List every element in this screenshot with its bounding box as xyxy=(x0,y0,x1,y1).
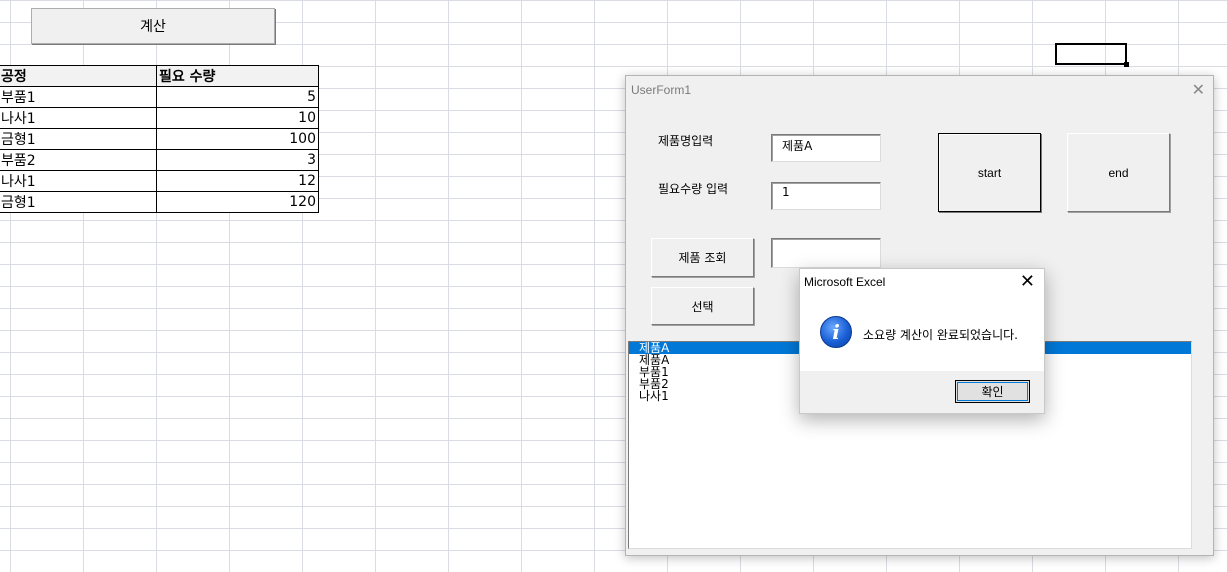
cell-qty[interactable]: 100 xyxy=(156,128,319,150)
quantity-label: 필요수량 입력 xyxy=(658,182,729,196)
table-row: 나사1 12 xyxy=(0,170,319,192)
lookup-result-input[interactable] xyxy=(771,238,881,268)
cell-qty[interactable]: 120 xyxy=(156,191,319,213)
message-box-title: Microsoft Excel xyxy=(804,275,886,289)
cell-name[interactable]: 금형1 xyxy=(0,191,157,213)
close-icon[interactable]: ✕ xyxy=(1020,271,1035,292)
cell-name[interactable]: 금형1 xyxy=(0,128,157,150)
header-process[interactable]: 공정 xyxy=(0,65,157,87)
userform-titlebar[interactable]: UserForm1 ✕ xyxy=(626,76,1213,104)
close-icon[interactable]: ✕ xyxy=(1192,80,1205,100)
product-name-label: 제품명입력 xyxy=(658,134,714,148)
active-cell-cursor[interactable] xyxy=(1055,43,1129,67)
ok-button[interactable]: 확인 xyxy=(955,380,1030,403)
select-button[interactable]: 선택 xyxy=(651,287,754,325)
cell-qty[interactable]: 5 xyxy=(156,86,319,108)
quantity-input[interactable]: 1 xyxy=(771,182,881,210)
table-header-row: 공정 필요 수량 xyxy=(0,65,319,87)
table-row: 금형1 120 xyxy=(0,191,319,213)
product-name-input[interactable]: 제품A xyxy=(771,134,881,162)
message-box: Microsoft Excel ✕ i 소요량 계산이 완료되었습니다. 확인 xyxy=(799,268,1045,414)
info-icon: i xyxy=(820,316,852,348)
cell-name[interactable]: 나사1 xyxy=(0,170,157,192)
start-button[interactable]: start xyxy=(938,133,1041,212)
cell-name[interactable]: 나사1 xyxy=(0,107,157,129)
cell-name[interactable]: 부품2 xyxy=(0,149,157,171)
process-table: 공정 필요 수량 부품1 5 나사1 10 금형1 100 부품2 3 나사1 … xyxy=(0,65,319,213)
product-lookup-button[interactable]: 제품 조회 xyxy=(651,238,754,277)
cell-qty[interactable]: 10 xyxy=(156,107,319,129)
message-box-footer: 확인 xyxy=(800,371,1044,413)
message-text: 소요량 계산이 완료되었습니다. xyxy=(863,328,1018,342)
table-row: 나사1 10 xyxy=(0,107,319,129)
table-row: 부품2 3 xyxy=(0,149,319,171)
header-quantity[interactable]: 필요 수량 xyxy=(156,65,319,87)
cell-name[interactable]: 부품1 xyxy=(0,86,157,108)
userform-title: UserForm1 xyxy=(631,83,692,97)
cell-qty[interactable]: 12 xyxy=(156,170,319,192)
table-row: 금형1 100 xyxy=(0,128,319,150)
calc-button[interactable]: 계산 xyxy=(31,8,275,44)
table-row: 부품1 5 xyxy=(0,86,319,108)
end-button[interactable]: end xyxy=(1067,133,1170,212)
cell-qty[interactable]: 3 xyxy=(156,149,319,171)
